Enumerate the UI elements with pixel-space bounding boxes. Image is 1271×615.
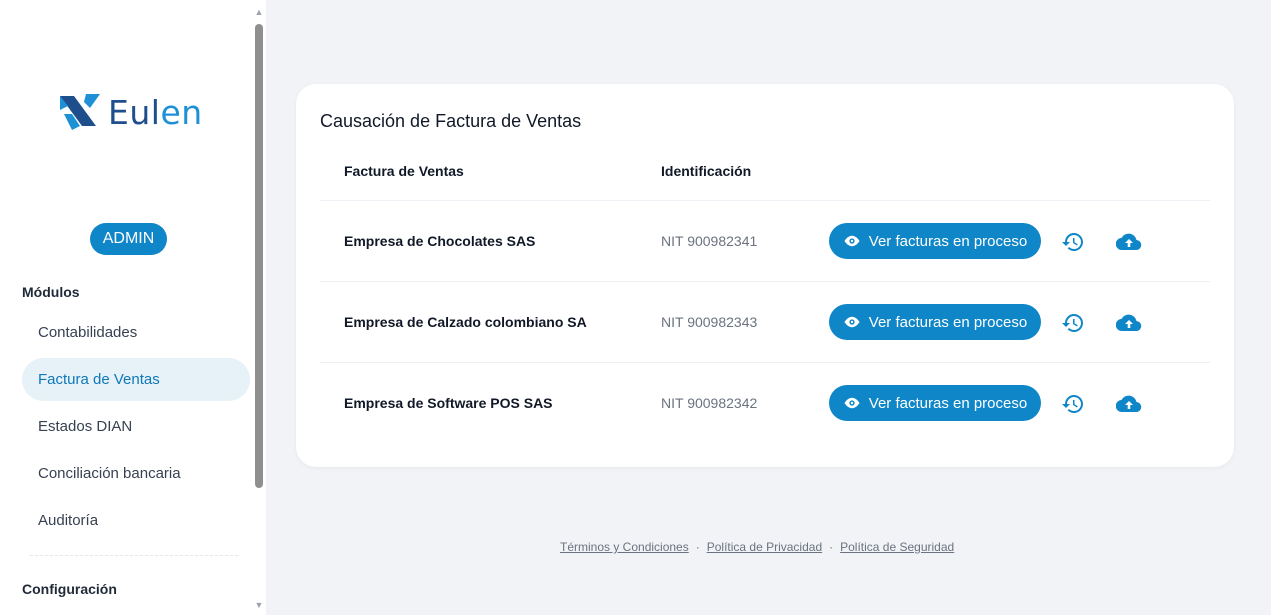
history-icon[interactable] <box>1060 229 1086 255</box>
column-header-factura: Factura de Ventas <box>344 163 464 179</box>
table-row: Empresa de Chocolates SAS NIT 900982341 … <box>320 200 1210 281</box>
cloud-upload-icon[interactable] <box>1116 229 1142 255</box>
sidebar-item-label: Factura de Ventas <box>38 371 160 388</box>
view-invoices-label: Ver facturas en proceso <box>868 313 1028 331</box>
cloud-upload-icon[interactable] <box>1116 310 1142 336</box>
sidebar-item-label: Estados DIAN <box>38 418 133 435</box>
sidebar-divider <box>30 555 238 556</box>
footer-separator: · <box>695 540 700 554</box>
footer: Términos y Condiciones · Política de Pri… <box>560 540 954 554</box>
invoices-card: Causación de Factura de Ventas Factura d… <box>296 84 1234 467</box>
sidebar-item-auditoria[interactable]: Auditoría <box>22 499 250 542</box>
logo[interactable]: Eulen <box>56 90 203 134</box>
view-invoices-button[interactable]: Ver facturas en proceso <box>829 385 1041 421</box>
history-icon[interactable] <box>1060 310 1086 336</box>
view-invoices-button[interactable]: Ver facturas en proceso <box>829 304 1041 340</box>
company-nit: NIT 900982341 <box>661 233 758 249</box>
view-invoices-label: Ver facturas en proceso <box>868 232 1028 250</box>
eye-icon <box>844 397 860 409</box>
view-invoices-button[interactable]: Ver facturas en proceso <box>829 223 1041 259</box>
history-icon[interactable] <box>1060 391 1086 417</box>
company-name: Empresa de Chocolates SAS <box>344 233 536 249</box>
role-badge: ADMIN <box>90 223 167 255</box>
sidebar-item-contabilidades[interactable]: Contabilidades <box>22 311 250 354</box>
modules-section-title: Módulos <box>22 284 80 300</box>
view-invoices-label: Ver facturas en proceso <box>868 394 1028 412</box>
config-section-title: Configuración <box>22 581 117 597</box>
eulen-logo-icon <box>60 94 100 130</box>
company-nit: NIT 900982343 <box>661 314 758 330</box>
cloud-upload-icon[interactable] <box>1116 391 1142 417</box>
sidebar-item-label: Auditoría <box>38 512 99 529</box>
sidebar: Eulen ADMIN Módulos Contabilidades Factu… <box>0 0 266 615</box>
table-row: Empresa de Software POS SAS NIT 90098234… <box>320 362 1210 443</box>
eye-icon <box>844 316 860 328</box>
column-header-identificacion: Identificación <box>661 163 752 179</box>
security-link[interactable]: Política de Seguridad <box>840 540 954 554</box>
company-name: Empresa de Calzado colombiano SA <box>344 314 587 330</box>
sidebar-item-label: Conciliación bancaria <box>38 465 181 482</box>
company-nit: NIT 900982342 <box>661 395 758 411</box>
scroll-up-arrow-icon[interactable]: ▲ <box>253 6 265 18</box>
eye-icon <box>844 235 860 247</box>
card-title: Causación de Factura de Ventas <box>320 111 582 131</box>
sidebar-item-factura-ventas[interactable]: Factura de Ventas <box>22 358 250 401</box>
logo-text: Eulen <box>108 92 203 132</box>
table-row: Empresa de Calzado colombiano SA NIT 900… <box>320 281 1210 362</box>
scroll-down-arrow-icon[interactable]: ▼ <box>253 599 265 611</box>
sidebar-scrollbar[interactable]: ▲ ▼ <box>253 6 265 611</box>
terms-link[interactable]: Términos y Condiciones <box>560 540 689 554</box>
scroll-thumb[interactable] <box>255 24 263 488</box>
sidebar-item-label: Contabilidades <box>38 324 138 341</box>
sidebar-item-conciliacion-bancaria[interactable]: Conciliación bancaria <box>22 452 250 495</box>
sidebar-item-estados-dian[interactable]: Estados DIAN <box>22 405 250 448</box>
company-name: Empresa de Software POS SAS <box>344 395 553 411</box>
footer-separator: · <box>829 540 834 554</box>
privacy-link[interactable]: Política de Privacidad <box>707 540 822 554</box>
